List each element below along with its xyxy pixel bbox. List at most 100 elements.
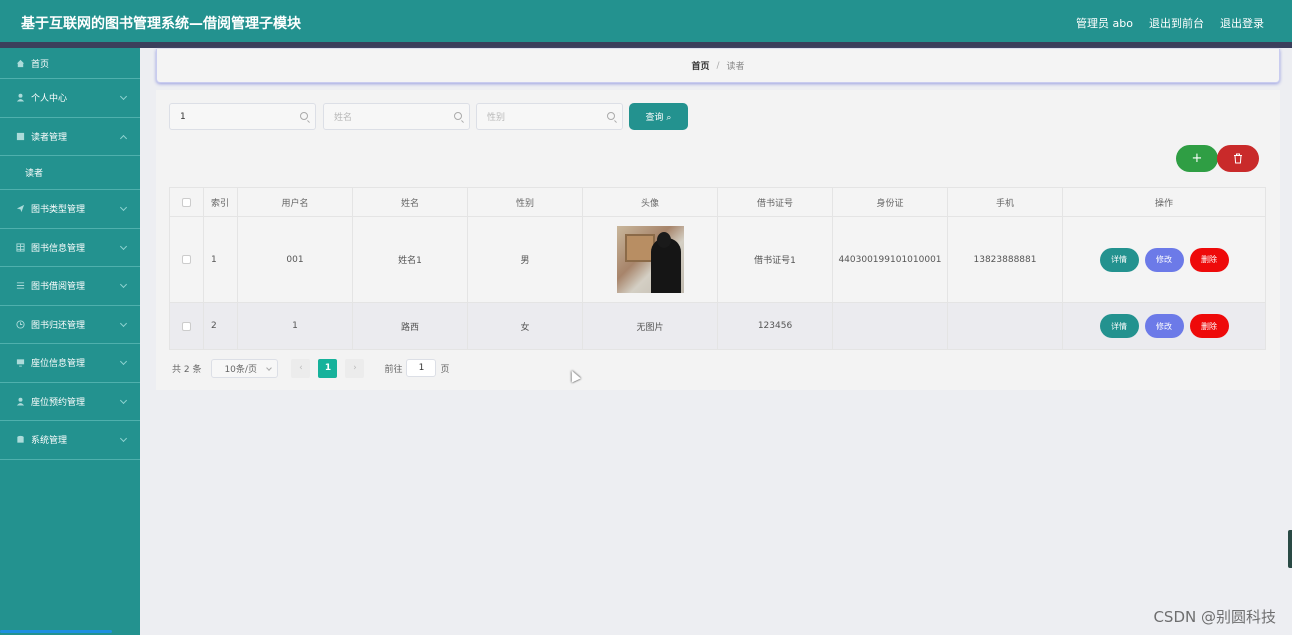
sidebar-item-label: 座位信息管理: [31, 359, 86, 370]
sidebar-item-book-types[interactable]: 图书类型管理: [0, 190, 140, 229]
sidebar-item-return[interactable]: 图书归还管理: [0, 306, 140, 344]
sidebar-item-label: 图书归还管理: [31, 320, 86, 331]
page-number-button[interactable]: 1: [318, 358, 338, 378]
breadcrumb-separator: /: [716, 60, 720, 71]
cell-name: 姓名1: [353, 217, 468, 302]
goto-suffix: 页: [440, 364, 450, 375]
edit-button[interactable]: 修改: [1144, 314, 1184, 338]
cell-index: 1: [204, 217, 238, 302]
header-index: 索引: [204, 188, 238, 216]
header-gender: 性别: [468, 188, 583, 216]
row-checkbox[interactable]: [182, 321, 191, 331]
monitor-icon: [15, 358, 25, 368]
cell-index: 2: [204, 303, 238, 349]
sidebar-item-label: 座位预约管理: [31, 397, 86, 408]
sidebar-subitem-label: 读者: [25, 169, 44, 179]
chevron-down-icon: [119, 434, 128, 443]
watermark: CSDN @别圆科技: [1153, 608, 1276, 626]
sidebar-item-home[interactable]: 首页: [0, 48, 140, 79]
top-header: 基于互联网的图书管理系统—借阅管理子模块 管理员 abo 退出到前台 退出登录: [0, 0, 1292, 42]
sidebar-item-book-info[interactable]: 图书信息管理: [0, 229, 140, 267]
send-icon: [15, 204, 25, 214]
detail-button[interactable]: 详情: [1099, 247, 1139, 272]
cell-idcard: [833, 303, 948, 349]
sidebar-item-label: 图书信息管理: [31, 243, 86, 254]
cell-avatar: [583, 217, 718, 302]
select-all-cell: [170, 188, 204, 216]
chevron-down-icon: [266, 364, 273, 371]
header-links: 管理员 abo 退出到前台 退出登录: [1076, 15, 1264, 31]
username-search-input[interactable]: 1: [169, 103, 316, 130]
name-search-placeholder: 姓名: [334, 113, 353, 123]
row-checkbox[interactable]: [182, 255, 191, 264]
cell-idcard: 440300199101010001: [833, 217, 948, 302]
home-icon: [15, 58, 25, 68]
sidebar: 首页 个人中心 读者管理 读者 图书类型管理 图书信息管理 图书借阅管理 图书归…: [0, 48, 140, 635]
cell-actions: 详情 修改 删除: [1063, 217, 1265, 302]
side-handle[interactable]: [1288, 530, 1292, 568]
goto-page-input[interactable]: 1: [406, 359, 437, 377]
header-username: 用户名: [238, 188, 353, 216]
chevron-down-icon: [119, 319, 128, 327]
cell-card: 借书证号1: [718, 217, 833, 302]
chevron-down-icon: [119, 203, 128, 212]
breadcrumb: 首页 / 读者: [156, 49, 1280, 83]
avatar-person-head: [656, 232, 671, 248]
sidebar-item-profile[interactable]: 个人中心: [0, 79, 140, 118]
prev-page-button[interactable]: ‹: [291, 358, 311, 378]
select-all-checkbox[interactable]: [182, 197, 191, 207]
query-button[interactable]: 查询 ⌕: [629, 103, 688, 130]
gender-search-input[interactable]: 性别: [476, 103, 623, 130]
sliders-icon: [15, 281, 25, 291]
next-page-button[interactable]: ›: [345, 358, 365, 378]
delete-button[interactable]: 删除: [1189, 247, 1229, 272]
chevron-up-icon: [119, 134, 128, 142]
detail-button[interactable]: 详情: [1099, 314, 1139, 338]
goto-page: 前往 1 页: [384, 359, 449, 377]
sidebar-item-seat-booking[interactable]: 座位预约管理: [0, 383, 140, 421]
sidebar-item-system[interactable]: 系统管理: [0, 421, 140, 460]
username-search-value: 1: [180, 111, 186, 122]
sidebar-subitem-reader[interactable]: 读者: [0, 156, 140, 190]
sidebar-item-readers[interactable]: 读者管理: [0, 118, 140, 156]
chevron-down-icon: [119, 396, 128, 404]
chevron-down-icon: [119, 242, 128, 250]
pagination: 共 2 条 10条/页 ‹ 1 › 前往 1 页: [172, 358, 449, 378]
sidebar-item-seat-info[interactable]: 座位信息管理: [0, 344, 140, 383]
header-name: 姓名: [353, 188, 468, 216]
header-card: 借书证号: [718, 188, 833, 216]
cell-phone: [948, 303, 1063, 349]
chevron-down-icon: [119, 92, 128, 101]
cell-username: 001: [238, 217, 353, 302]
delete-button[interactable]: 删除: [1189, 314, 1229, 338]
sidebar-item-label: 图书借阅管理: [31, 282, 86, 293]
sidebar-item-borrow[interactable]: 图书借阅管理: [0, 267, 140, 306]
database-icon: [15, 435, 25, 445]
goto-label: 前往: [384, 364, 403, 375]
search-icon: [607, 112, 615, 120]
name-search-input[interactable]: 姓名: [323, 103, 470, 130]
back-to-frontend-link[interactable]: 退出到前台: [1149, 15, 1204, 31]
table-header: 索引 用户名 姓名 性别 头像 借书证号 身份证 手机 操作: [170, 188, 1265, 217]
logout-link[interactable]: 退出登录: [1220, 15, 1264, 31]
row-select-cell: [170, 303, 204, 349]
row-select-cell: [170, 217, 204, 302]
edit-button[interactable]: 修改: [1144, 247, 1184, 272]
header-actions: 操作: [1154, 198, 1173, 209]
search-icon: [454, 112, 462, 120]
page-size-select[interactable]: 10条/页: [211, 358, 279, 378]
page-size-value: 10条/页: [224, 364, 257, 375]
sidebar-scrollbar[interactable]: [0, 630, 112, 633]
breadcrumb-home[interactable]: 首页: [691, 59, 709, 72]
add-button[interactable]: +: [1176, 145, 1218, 172]
table-icon: [15, 242, 25, 252]
chevron-down-icon: [119, 357, 128, 366]
table-row: 2 1 路西 女 无图片 123456 详情 修改 删除: [170, 303, 1265, 349]
cell-name: 路西: [353, 303, 468, 349]
batch-delete-button[interactable]: [1217, 145, 1259, 172]
chevron-down-icon: [119, 280, 128, 289]
cell-avatar: 无图片: [583, 303, 718, 349]
grid-icon: [15, 131, 25, 141]
header-idcard: 身份证: [833, 188, 948, 216]
admin-user-link[interactable]: 管理员 abo: [1076, 15, 1133, 31]
